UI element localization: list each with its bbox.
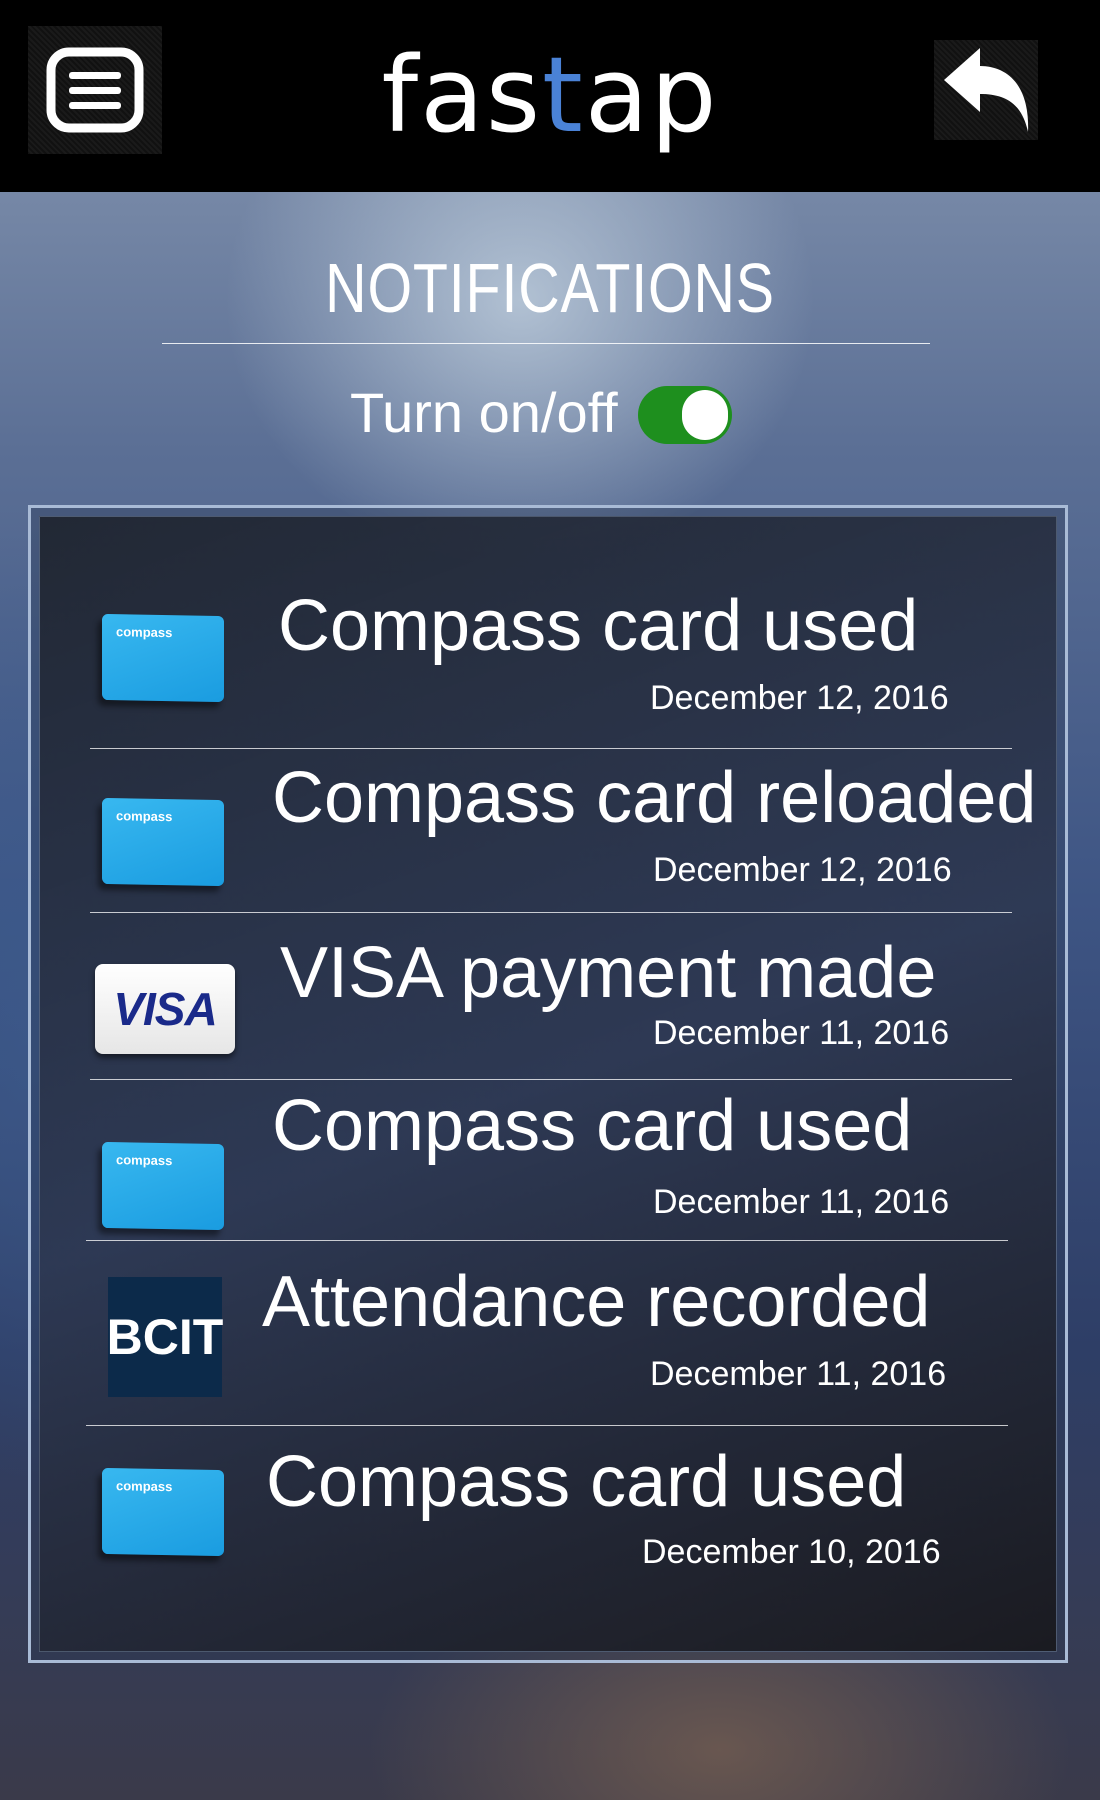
- compass-card-brand: compass: [116, 1152, 173, 1169]
- notification-title: Attendance recorded: [262, 1262, 931, 1342]
- notifications-toggle[interactable]: [638, 386, 732, 444]
- notifications-list: compass Compass card used December 12, 2…: [39, 516, 1057, 1652]
- divider: [86, 1240, 1008, 1241]
- page-title: NOTIFICATIONS: [325, 249, 775, 327]
- back-button[interactable]: [934, 40, 1038, 140]
- compass-card-brand: compass: [116, 808, 173, 825]
- notification-title: Compass card used: [272, 1086, 913, 1166]
- compass-card-icon: compass: [102, 1141, 224, 1231]
- divider: [90, 912, 1012, 913]
- logo-text-accent: t: [542, 34, 585, 156]
- toggle-knob: [682, 390, 728, 440]
- compass-card-brand: compass: [116, 624, 173, 641]
- back-arrow-icon: [944, 48, 1029, 132]
- visa-card-logo: VISA: [95, 964, 235, 1054]
- divider: [90, 748, 1012, 749]
- notification-item[interactable]: BCIT Attendance recorded December 11, 20…: [40, 1262, 1056, 1427]
- notification-title: Compass card used: [266, 1442, 907, 1522]
- compass-card-icon: compass: [102, 797, 224, 887]
- notification-item[interactable]: compass Compass card used December 12, 2…: [40, 586, 1056, 747]
- notification-date: December 12, 2016: [653, 851, 952, 889]
- divider: [86, 1425, 1008, 1426]
- toggle-label: Turn on/off: [350, 381, 618, 444]
- compass-card-icon: compass: [102, 1467, 224, 1557]
- compass-card-icon: compass: [102, 613, 224, 703]
- title-divider: [162, 343, 930, 344]
- notification-date: December 10, 2016: [642, 1533, 941, 1571]
- notification-title: Compass card reloaded: [272, 758, 1037, 838]
- logo-text-start: fas: [381, 34, 542, 156]
- notification-date: December 11, 2016: [653, 1183, 950, 1221]
- notification-date: December 12, 2016: [650, 679, 949, 717]
- divider: [90, 1079, 1012, 1080]
- notification-date: December 11, 2016: [650, 1355, 947, 1393]
- logo-text-end: ap: [584, 34, 719, 156]
- notification-item[interactable]: compass Compass card used December 11, 2…: [40, 1086, 1056, 1249]
- notifications-panel: compass Compass card used December 12, 2…: [28, 505, 1068, 1663]
- notification-item[interactable]: compass Compass card used December 10, 2…: [40, 1442, 1056, 1609]
- compass-card-brand: compass: [116, 1478, 173, 1495]
- bcit-logo: BCIT: [107, 1277, 223, 1397]
- notification-title: VISA payment made: [280, 933, 937, 1013]
- top-bar: fastap: [0, 0, 1100, 192]
- notification-date: December 11, 2016: [653, 1014, 950, 1052]
- notification-item[interactable]: compass Compass card reloaded December 1…: [40, 758, 1056, 919]
- visa-card-icon: VISA: [95, 964, 235, 1054]
- bcit-logo-icon: BCIT: [107, 1277, 223, 1397]
- notification-item[interactable]: VISA VISA payment made December 11, 2016: [40, 933, 1056, 1082]
- notification-title: Compass card used: [278, 586, 919, 666]
